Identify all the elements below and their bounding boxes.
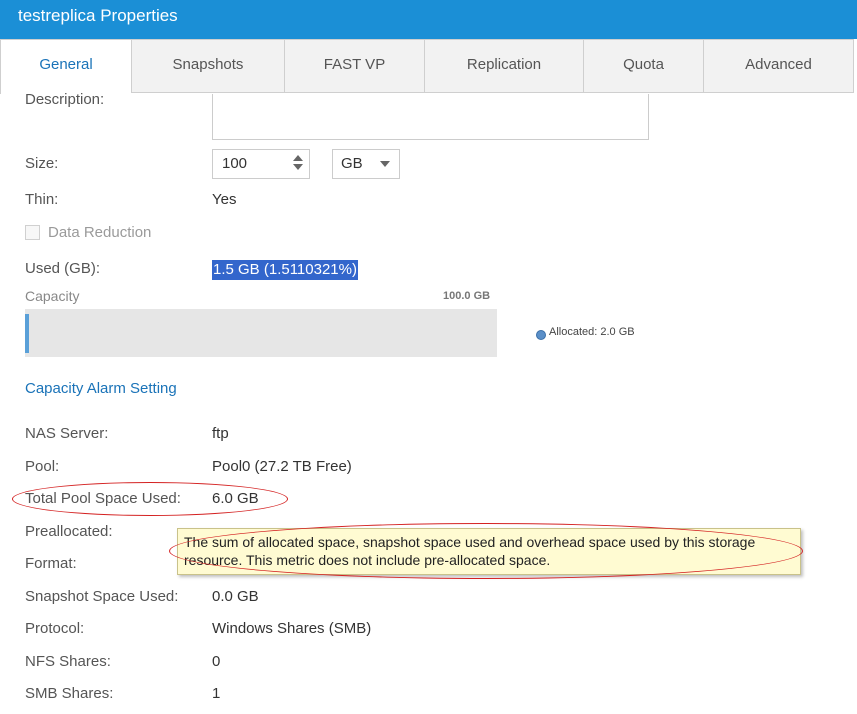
nfs-shares-label: NFS Shares: — [25, 653, 111, 670]
capacity-total: 100.0 GB — [443, 290, 491, 302]
snapshot-space-value: 0.0 GB — [212, 588, 259, 605]
preallocated-label: Preallocated: — [25, 523, 113, 540]
annotation-circle — [169, 523, 803, 579]
size-unit-select[interactable]: GB — [332, 149, 400, 179]
size-unit-value: GB — [341, 155, 363, 172]
capacity-allocated-fill — [25, 314, 29, 353]
size-value: 100 — [222, 155, 248, 172]
tab-bar: General Snapshots FAST VP Replication Qu… — [0, 39, 857, 94]
protocol-label: Protocol: — [25, 620, 85, 637]
protocol-value: Windows Shares (SMB) — [212, 620, 372, 637]
pool-value: Pool0 (27.2 TB Free) — [212, 458, 352, 475]
nas-server-value: ftp — [212, 425, 229, 442]
smb-shares-label: SMB Shares: — [25, 685, 114, 702]
chevron-down-icon — [380, 161, 390, 167]
legend-dot-icon — [536, 330, 546, 340]
smb-shares-value: 1 — [212, 685, 221, 702]
nas-server-label: NAS Server: — [25, 425, 109, 442]
capacity-bar — [25, 309, 497, 357]
size-label: Size: — [25, 155, 59, 172]
data-reduction-checkbox[interactable] — [25, 225, 40, 240]
pool-label: Pool: — [25, 458, 60, 475]
thin-value: Yes — [212, 191, 237, 208]
capacity-alarm-link[interactable]: Capacity Alarm Setting — [25, 380, 177, 397]
data-reduction-label: Data Reduction — [48, 224, 152, 241]
annotation-circle — [12, 482, 288, 516]
tab-quota[interactable]: Quota — [583, 39, 704, 93]
thin-label: Thin: — [25, 191, 59, 208]
spinner-arrows-icon[interactable] — [292, 154, 304, 174]
capacity-label: Capacity — [25, 288, 80, 304]
used-label: Used (GB): — [25, 260, 101, 277]
nfs-shares-value: 0 — [212, 653, 221, 670]
tab-general[interactable]: General — [0, 39, 131, 94]
description-field[interactable] — [212, 94, 649, 140]
capacity-legend: Allocated: 2.0 GB — [549, 326, 635, 338]
window-title: testreplica Properties — [0, 0, 857, 39]
size-stepper[interactable]: 100 — [212, 149, 310, 179]
format-label: Format: — [25, 555, 77, 572]
snapshot-space-label: Snapshot Space Used: — [25, 588, 179, 605]
description-label: Description: — [25, 91, 105, 108]
tab-advanced[interactable]: Advanced — [703, 39, 854, 93]
tab-snapshots[interactable]: Snapshots — [131, 39, 285, 93]
tab-fast-vp[interactable]: FAST VP — [284, 39, 425, 93]
tab-replication[interactable]: Replication — [424, 39, 584, 93]
used-value: 1.5 GB (1.5110321%) — [212, 260, 358, 280]
